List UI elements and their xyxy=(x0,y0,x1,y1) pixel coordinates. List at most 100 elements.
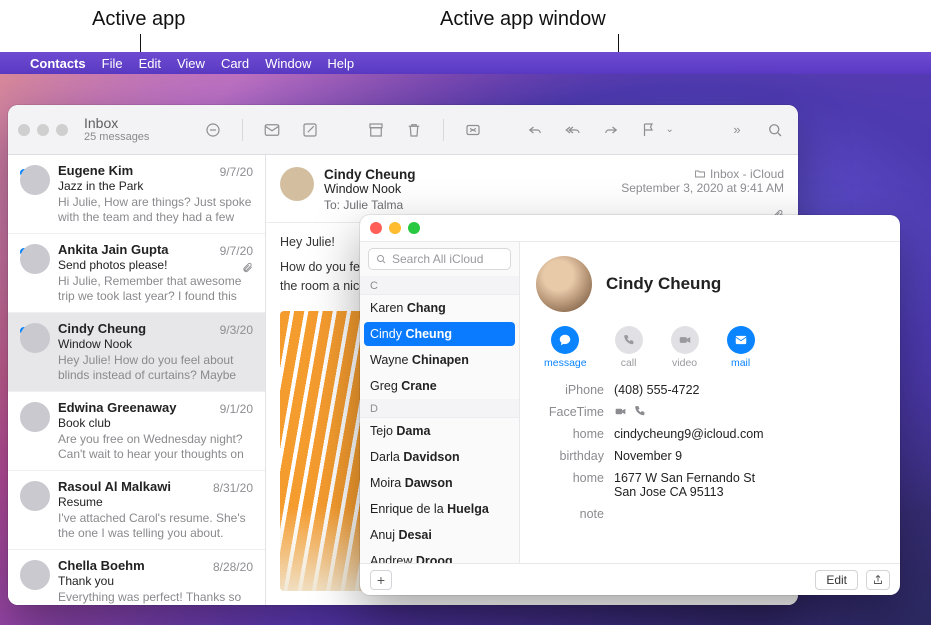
contact-list-item[interactable]: Anuj Desai xyxy=(360,522,519,548)
contacts-titlebar[interactable] xyxy=(360,215,900,241)
mail-title: Inbox xyxy=(84,116,149,131)
phone-icon xyxy=(615,326,643,354)
message-preview: I've attached Carol's resume. She's the … xyxy=(58,511,253,541)
zoom-button[interactable] xyxy=(408,222,420,234)
sender-avatar xyxy=(280,167,314,201)
message-preview: Hey Julie! How do you feel about blinds … xyxy=(58,353,253,383)
action-mail[interactable]: mail xyxy=(727,326,755,369)
message-icon xyxy=(551,326,579,354)
contact-list-item[interactable]: Cindy Cheung xyxy=(364,322,515,346)
mail-toolbar: Inbox 25 messages ⌄ » xyxy=(8,105,798,155)
message-list[interactable]: Eugene Kim9/7/20Jazz in the ParkHi Julie… xyxy=(8,155,266,605)
message-subject: Book club xyxy=(58,416,253,430)
separator xyxy=(443,119,444,141)
contacts-list-pane: Search All iCloud CKaren ChangCindy Cheu… xyxy=(360,242,520,563)
contact-list-item[interactable]: Karen Chang xyxy=(360,295,519,321)
forward-icon[interactable] xyxy=(598,118,624,142)
message-list-item[interactable]: Eugene Kim9/7/20Jazz in the ParkHi Julie… xyxy=(8,155,265,234)
field-label: note xyxy=(536,507,604,521)
menu-view[interactable]: View xyxy=(177,56,205,71)
message-list-item[interactable]: Edwina Greenaway9/1/20Book clubAre you f… xyxy=(8,392,265,471)
contact-list-item[interactable]: Greg Crane xyxy=(360,373,519,399)
contact-list-item[interactable]: Wayne Chinapen xyxy=(360,347,519,373)
new-message-icon[interactable] xyxy=(259,118,285,142)
sender-avatar xyxy=(20,244,50,274)
contact-list-item[interactable]: Moira Dawson xyxy=(360,470,519,496)
share-button[interactable] xyxy=(866,570,890,590)
archive-icon[interactable] xyxy=(363,118,389,142)
group-header: D xyxy=(360,399,519,418)
field-value: (408) 555-4722 xyxy=(614,383,884,397)
contact-field-row: home cindycheung9@icloud.com xyxy=(536,423,884,445)
message-date: September 3, 2020 at 9:41 AM xyxy=(621,181,784,195)
sender-avatar xyxy=(20,323,50,353)
contact-name: Cindy Cheung xyxy=(606,274,721,294)
mail-subtitle: 25 messages xyxy=(84,131,149,143)
field-value: November 9 xyxy=(614,449,884,463)
contact-card: Cindy Cheung message call video mail xyxy=(520,242,900,563)
message-list-item[interactable]: Ankita Jain Gupta9/7/20Send photos pleas… xyxy=(8,234,265,313)
trash-icon[interactable] xyxy=(401,118,427,142)
menu-card[interactable]: Card xyxy=(221,56,249,71)
contact-field-row: birthdayNovember 9 xyxy=(536,445,884,467)
menubar-app-name[interactable]: Contacts xyxy=(30,56,86,71)
contact-field-row: note xyxy=(536,503,884,525)
minimize-button[interactable] xyxy=(37,124,49,136)
contact-list-item[interactable]: Darla Davidson xyxy=(360,444,519,470)
contact-field-row: FaceTime xyxy=(536,401,884,423)
message-date: 8/28/20 xyxy=(213,560,253,574)
action-call[interactable]: call xyxy=(615,326,643,369)
menu-help[interactable]: Help xyxy=(327,56,354,71)
message-subject: Thank you xyxy=(58,574,253,588)
mail-traffic-lights xyxy=(18,124,68,136)
search-input[interactable]: Search All iCloud xyxy=(368,248,511,270)
more-icon[interactable]: » xyxy=(724,118,750,142)
message-date: 9/1/20 xyxy=(220,402,253,416)
add-contact-button[interactable]: + xyxy=(370,570,392,590)
search-placeholder: Search All iCloud xyxy=(392,252,483,266)
reply-icon[interactable] xyxy=(522,118,548,142)
message-list-item[interactable]: Cindy Cheung9/3/20Window NookHey Julie! … xyxy=(8,313,265,392)
message-date: 9/7/20 xyxy=(220,165,253,179)
message-preview: Hi Julie, How are things? Just spoke wit… xyxy=(58,195,253,225)
separator xyxy=(242,119,243,141)
callout-active-app: Active app xyxy=(92,8,185,31)
message-list-item[interactable]: Rasoul Al Malkawi8/31/20ResumeI've attac… xyxy=(8,471,265,550)
compose-icon[interactable] xyxy=(297,118,323,142)
junk-icon[interactable] xyxy=(460,118,486,142)
message-preview: Hi Julie, Remember that awesome trip we … xyxy=(58,274,253,304)
search-icon xyxy=(375,253,387,265)
filter-icon[interactable] xyxy=(200,118,226,142)
message-preview: Are you free on Wednesday night? Can't w… xyxy=(58,432,253,462)
minimize-button[interactable] xyxy=(389,222,401,234)
group-header: C xyxy=(360,276,519,295)
contact-photo xyxy=(536,256,592,312)
menu-edit[interactable]: Edit xyxy=(139,56,161,71)
contact-list-item[interactable]: Enrique de la Huelga xyxy=(360,496,519,522)
close-button[interactable] xyxy=(18,124,30,136)
zoom-button[interactable] xyxy=(56,124,68,136)
close-button[interactable] xyxy=(370,222,382,234)
callout-active-window: Active app window xyxy=(440,8,606,31)
contact-list-item[interactable]: Andrew Droog xyxy=(360,548,519,563)
chevron-down-icon[interactable]: ⌄ xyxy=(666,124,674,135)
field-label: home xyxy=(536,427,604,441)
menubar: Contacts File Edit View Card Window Help xyxy=(0,52,931,74)
edit-button[interactable]: Edit xyxy=(815,570,858,590)
menu-window[interactable]: Window xyxy=(265,56,311,71)
flag-icon[interactable] xyxy=(636,118,662,142)
action-message[interactable]: message xyxy=(544,326,587,369)
message-subject: Jazz in the Park xyxy=(58,179,253,193)
field-value: cindycheung9@icloud.com xyxy=(614,427,884,441)
reply-all-icon[interactable] xyxy=(560,118,586,142)
contact-list-item[interactable]: Tejo Dama xyxy=(360,418,519,444)
menu-file[interactable]: File xyxy=(102,56,123,71)
message-preview: Everything was perfect! Thanks so much f… xyxy=(58,590,253,605)
search-icon[interactable] xyxy=(762,118,788,142)
action-video[interactable]: video xyxy=(671,326,699,369)
field-value xyxy=(614,507,884,521)
facetime-icons[interactable] xyxy=(614,405,646,419)
field-value: 1677 W San Fernando StSan Jose CA 95113 xyxy=(614,471,884,499)
video-icon xyxy=(671,326,699,354)
message-list-item[interactable]: Chella Boehm8/28/20Thank youEverything w… xyxy=(8,550,265,605)
